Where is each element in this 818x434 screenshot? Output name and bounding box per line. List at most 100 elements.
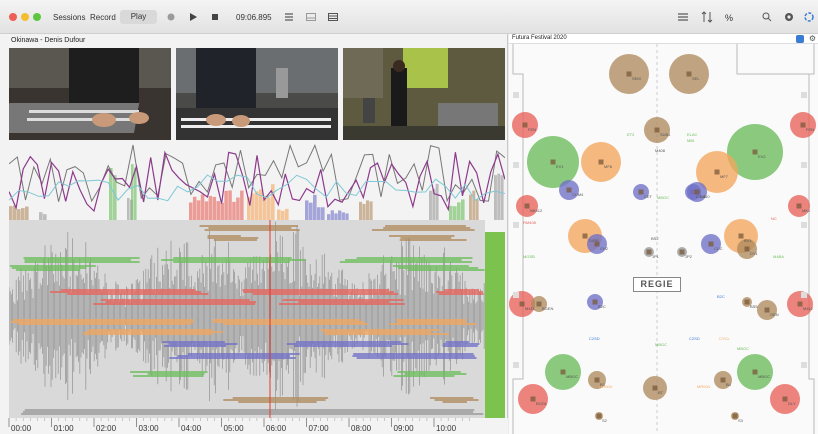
window-zoom-button[interactable] [33,13,41,21]
speaker-label: CH2 [600,246,609,251]
record-icon[interactable] [164,10,178,24]
level-bar [240,190,244,220]
level-bar [359,201,363,220]
speaker-label: SUB1 [660,132,671,137]
map-label: M408 [655,148,666,153]
level-bar [200,194,205,220]
level-bar [212,196,217,220]
play-icon[interactable] [186,10,200,24]
speaker-label: FEN [528,127,536,132]
camera-view-1[interactable] [9,48,171,140]
list-icon[interactable] [282,10,296,24]
wall-marker [801,362,807,368]
level-bar [341,212,345,220]
gear-icon[interactable]: ⚙ [809,34,816,43]
panel-split-icon[interactable] [326,10,340,24]
wall-marker [801,222,807,228]
level-bar [497,173,501,220]
map-label: MBGC [737,346,749,351]
map-label: MGSB [523,254,535,259]
festival-header: Futura Festival 2020 ⚙ [509,34,818,44]
level-bar [500,175,504,220]
speaker-label: BT [658,390,664,395]
timeline-tick-label: 08:00 [351,424,372,433]
level-chart[interactable] [9,142,505,220]
map-label: MBI [687,138,694,143]
menu-icon[interactable] [676,10,690,24]
panel-bottom-icon[interactable] [304,10,318,24]
level-bar [208,195,213,220]
level-bar [9,206,13,220]
level-bar [285,208,289,220]
window-close-button[interactable] [9,13,17,21]
level-bar [494,175,497,220]
timeline-tick-label: 02:00 [96,424,117,433]
level-bar [127,197,130,220]
timeline-tick-label: 01:00 [54,424,75,433]
venue-map[interactable]: SEM SEL FEN FEN EV1 EV2 MF8 MF7 SUB1 NK412 MK1 TUPP… [509,44,818,434]
speaker-label: B2C [598,304,606,309]
level-bar [435,183,439,220]
level-bar [362,203,366,220]
speaker-label: MF7 [720,174,729,179]
sort-icon[interactable] [700,10,714,24]
speaker-label: S2 [602,418,608,423]
settings-icon[interactable] [782,10,796,24]
level-bar [453,206,457,220]
speaker-label: BOOL [536,401,548,406]
map-label: BS2 [651,236,659,241]
wall-marker [801,292,807,298]
sync-icon[interactable] [802,10,816,24]
timeline-tick-label: 09:00 [394,424,415,433]
camera-view-3[interactable] [343,48,505,140]
festival-select-button[interactable] [796,35,804,43]
wall-marker [801,92,807,98]
level-bar [334,213,338,220]
wall-marker [513,222,519,228]
speaker-label: MF8 [604,164,613,169]
window-minimize-button[interactable] [21,13,29,21]
map-label: C2SD [589,336,600,341]
tab-play[interactable]: Play [120,10,157,24]
speaker-label: M412 [803,306,814,311]
level-meter [485,232,505,418]
speaker-label: CUC [714,246,723,251]
wall-marker [801,162,807,168]
level-bar [236,197,240,220]
speaker-label: DY1 [750,251,759,256]
tab-sessions[interactable]: Sessions [53,13,85,22]
tab-record[interactable]: Record [90,13,116,22]
level-bar [449,205,453,220]
map-label: CYCL [719,336,730,341]
level-bar [204,201,209,220]
level-bar [220,202,224,220]
level-bar [469,194,472,220]
speaker-label: C410 [700,194,710,199]
level-bar [192,196,197,220]
level-bar [330,210,334,220]
map-label: M4BA [773,254,784,259]
session-panel: Okinawa - Denis Dufour 00:00 01:00 02:00… [0,34,508,434]
level-bar [196,200,201,220]
level-bar [224,190,228,220]
speaker-label: BGEN [542,306,553,311]
level-bar [267,197,271,220]
search-icon[interactable] [760,10,774,24]
stop-icon[interactable] [208,10,222,24]
speaker-label: B4 [726,382,732,387]
level-bar [134,167,137,220]
wall-marker [513,92,519,98]
timeline-ruler[interactable]: 00:00 01:00 02:00 03:00 04:00 05:00 06:00 07:00… [0,418,508,434]
level-bar [21,208,25,220]
percent-button[interactable]: % [725,13,733,23]
level-bar [457,202,461,220]
speaker-label: JP2 [685,254,693,259]
level-bar [313,194,317,220]
camera-view-2[interactable] [176,48,338,140]
speaker-label: MBGC [566,374,578,379]
wall-marker [513,362,519,368]
map-label: B2C [717,294,725,299]
map-label: MBGC [655,342,667,347]
tracks-view[interactable] [9,220,505,418]
wall-right-top [736,44,815,75]
